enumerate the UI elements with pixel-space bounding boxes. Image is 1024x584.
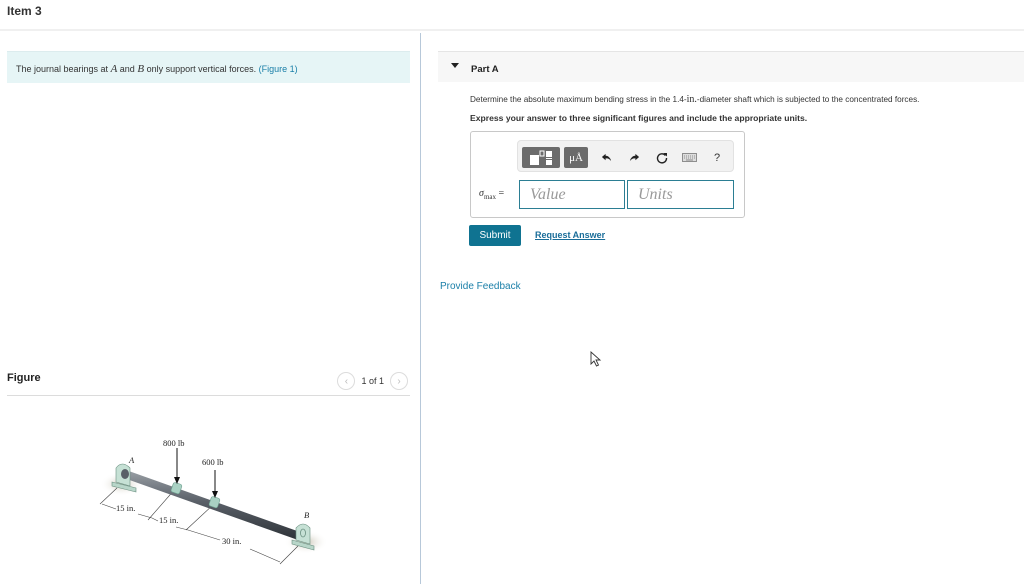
question-after: -diameter shaft which is subjected to th… [696, 95, 920, 104]
figure-pager: ‹ 1 of 1 › [337, 372, 408, 390]
pager-text: 1 of 1 [361, 376, 384, 386]
math-toolbar: μÅ ? [517, 140, 734, 172]
caret-down-icon [451, 63, 459, 68]
panel-divider [420, 33, 421, 584]
instruction-text: Express your answer to three significant… [470, 113, 808, 123]
chevron-left-icon: ‹ [344, 375, 349, 387]
question-text: Determine the absolute maximum bending s… [470, 94, 919, 105]
help-icon: ? [713, 151, 721, 164]
units-button[interactable]: μÅ [564, 147, 588, 168]
sigma-max-label: σmax = [479, 188, 504, 201]
intro-text: The journal bearings at [16, 64, 111, 74]
shaft-figure: A B 800 lb 600 lb 15 in. 15 in. 30 in. [99, 438, 328, 565]
units-label: μÅ [569, 151, 583, 164]
label-force-600: 600 lb [202, 457, 224, 467]
request-answer-link[interactable]: Request Answer [535, 230, 605, 240]
provide-feedback-link[interactable]: Provide Feedback [440, 281, 521, 292]
next-figure-button[interactable]: › [390, 372, 408, 390]
figure-title: Figure [7, 372, 41, 384]
chevron-right-icon: › [397, 375, 401, 387]
value-input[interactable] [519, 180, 625, 209]
label-dim-1: 15 in. [116, 503, 135, 513]
templates-button[interactable] [522, 147, 560, 168]
units-input[interactable] [627, 180, 734, 209]
top-bar: Item 3 [0, 0, 1024, 31]
label-dim-2: 15 in. [159, 515, 178, 525]
help-button[interactable]: ? [710, 147, 724, 168]
templates-icon [530, 150, 552, 165]
reset-icon [656, 152, 668, 164]
problem-intro: The journal bearings at A and B only sup… [7, 51, 410, 83]
question-before: Determine the absolute maximum bending s… [470, 95, 687, 104]
undo-icon [601, 153, 611, 162]
item-title: Item 3 [7, 4, 42, 18]
figure-header: Figure ‹ 1 of 1 › [7, 370, 410, 396]
label-point-a: A [128, 455, 135, 465]
part-a-label: Part A [471, 64, 499, 75]
prev-figure-button[interactable]: ‹ [337, 372, 356, 390]
answer-box: μÅ ? σmax = [470, 131, 745, 218]
undo-button[interactable] [598, 147, 614, 168]
label-force-800: 800 lb [163, 438, 185, 448]
keyboard-button[interactable] [680, 147, 698, 168]
mouse-cursor-icon [590, 351, 602, 367]
equals-sign: = [496, 188, 505, 199]
intro-text-and: and [117, 64, 138, 74]
redo-icon [629, 153, 639, 162]
reset-button[interactable] [654, 147, 670, 168]
redo-button[interactable] [626, 147, 642, 168]
question-unit: in. [686, 94, 697, 105]
part-a-header[interactable]: Part A [438, 51, 1024, 82]
sigma-subscript: max [483, 193, 496, 201]
intro-text-after: only support vertical forces. [144, 64, 259, 74]
figure-link[interactable]: (Figure 1) [259, 64, 298, 74]
label-dim-3: 30 in. [222, 536, 241, 546]
label-point-b: B [304, 510, 309, 520]
submit-button[interactable]: Submit [469, 225, 521, 246]
keyboard-icon [681, 153, 697, 162]
